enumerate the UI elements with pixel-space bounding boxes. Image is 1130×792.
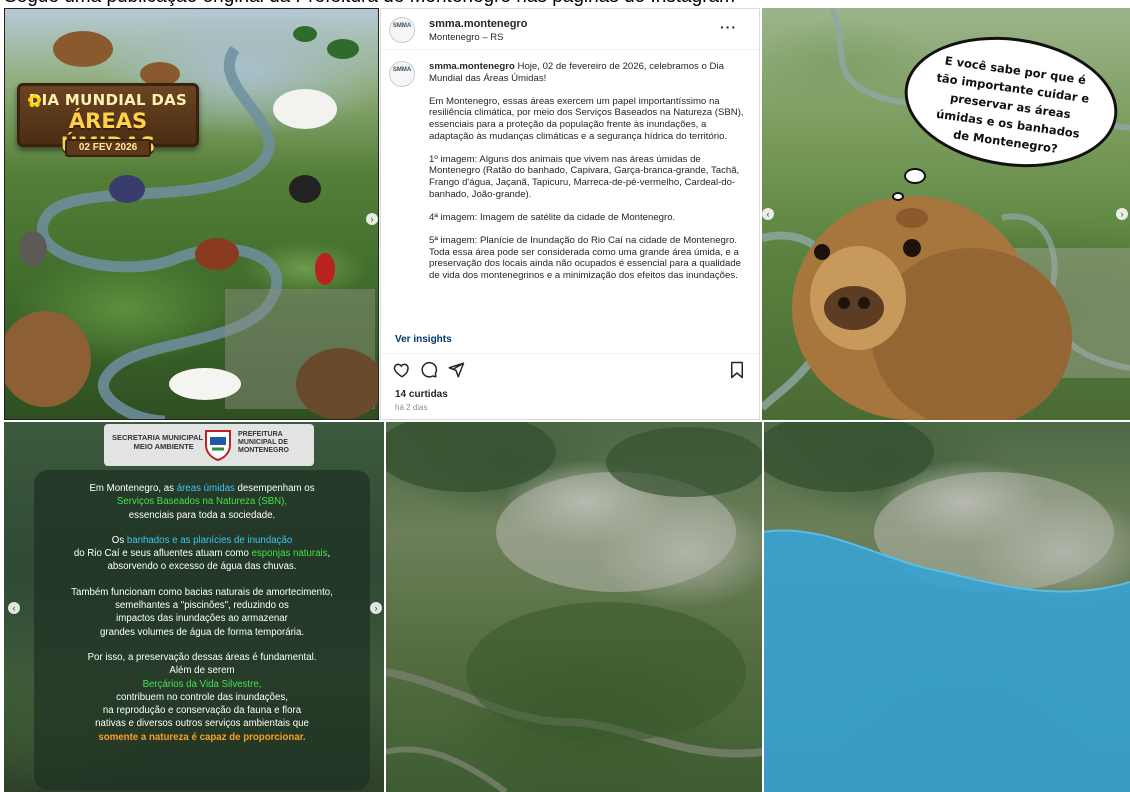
info-highlight: áreas úmidas (176, 483, 235, 494)
avatar[interactable]: SMMA (389, 17, 415, 43)
info-text: Em Montenegro, as (89, 483, 177, 494)
info-paragraph: Também funcionam como bacias naturais de… (42, 586, 362, 639)
caption-paragraph: Em Montenegro, essas áreas exercem um pa… (429, 95, 744, 142)
info-text: do Rio Caí e seus afluentes atuam como (73, 548, 252, 560)
carousel-prev-button[interactable]: ‹ (762, 208, 774, 220)
logo-card: SECRETARIA MUNICIPAL DE MEIO AMBIENTE PR… (104, 424, 314, 466)
info-text: Os (111, 534, 127, 546)
caption-avatar-label: SMMA (392, 67, 412, 73)
capybara-panel: E você sabe por que é tão importante cui… (762, 8, 1130, 420)
satellite-features (386, 422, 762, 792)
info-text: essenciais para toda a sociedade. (128, 509, 276, 521)
carousel-next-button[interactable]: › (1116, 208, 1128, 220)
poster-title-sign: DIA MUNDIAL DAS ÁREAS ÚMIDAS (17, 83, 199, 157)
info-highlight: banhados e as planícies de inundação (126, 534, 293, 546)
satellite-panel (386, 422, 762, 792)
info-text: grandes volumes de água de forma temporá… (99, 626, 305, 638)
info-text: Além de serem (169, 665, 235, 677)
info-text: semelhantes a "piscinões", reduzindo os (115, 600, 289, 612)
caption-avatar[interactable]: SMMA (389, 61, 415, 87)
logo-left-line: MEIO AMBIENTE (133, 442, 194, 451)
post-username[interactable]: smma.montenegro (429, 18, 527, 30)
poster-date: 02 FEV 2026 (65, 139, 151, 157)
thought-bubble-tail (904, 168, 926, 184)
divider (381, 49, 759, 50)
post-actions (393, 361, 745, 383)
caption-paragraph: 4ª imagem: Imagem de satélite da cidade … (429, 211, 676, 223)
info-paragraph: Por isso, a preservação dessas áreas é f… (42, 651, 362, 744)
caption-paragraph: 5ª imagem: Planície de Inundação do Rio … (429, 234, 742, 281)
info-highlight: Serviços Baseados na Natureza (SBN), (116, 496, 288, 508)
info-panel: SECRETARIA MUNICIPAL DE MEIO AMBIENTE PR… (4, 422, 384, 792)
logo-right-line: PREFEITURA (238, 431, 283, 438)
divider (381, 353, 759, 354)
avatar-label: SMMA (392, 23, 412, 29)
info-highlight: esponjas naturais (251, 548, 328, 560)
info-text: Por isso, a preservação dessas áreas é f… (87, 651, 317, 663)
carousel-next-button[interactable]: › (366, 213, 378, 225)
header-strip: Segue uma publicação original da Prefeit… (0, 0, 1130, 8)
logo-right-line: MUNICIPAL DE (238, 439, 288, 446)
likes-count[interactable]: 14 curtidas (395, 389, 448, 400)
comment-icon[interactable] (420, 361, 438, 379)
caption-paragraph: 1º imagem: Alguns dos animais que vivem … (429, 153, 740, 200)
flood-overlay (764, 422, 1130, 792)
caption-username[interactable]: smma.montenegro (429, 61, 515, 72)
header-text: Segue uma publicação original da Prefeit… (4, 0, 735, 8)
share-icon[interactable] (447, 361, 465, 379)
info-text: , (327, 548, 331, 560)
info-text: contribuem no controle das inundações, (116, 691, 288, 703)
more-options-icon[interactable]: ··· (720, 19, 737, 35)
info-paragraph: Em Montenegro, as áreas úmidas desempenh… (42, 482, 362, 522)
info-text: absorvendo o excesso de água das chuvas. (107, 561, 297, 573)
heart-icon[interactable] (393, 361, 411, 379)
logo-left-line: SECRETARIA MUNICIPAL DE (112, 433, 216, 442)
thought-bubble-tail (892, 192, 904, 201)
prefeitura-logo: PREFEITURA MUNICIPAL DE MONTENEGRO (238, 431, 289, 455)
info-text: desempenham os (234, 483, 315, 494)
flower-icon: ✿ (27, 91, 43, 111)
save-icon[interactable] (729, 361, 745, 379)
logo-right-line: MONTENEGRO (238, 447, 289, 454)
info-text: Também funcionam como bacias naturais de… (71, 586, 333, 598)
flood-plain-panel (764, 422, 1130, 792)
info-highlight: Berçários da Vida Silvestre, (142, 678, 262, 690)
river-illustration (5, 26, 378, 419)
poster-panel: DIA MUNDIAL DAS ÁREAS ÚMIDAS ✿ 02 FEV 20… (4, 8, 379, 420)
poster-title-line1: DIA MUNDIAL DAS (28, 91, 188, 109)
carousel-prev-button[interactable]: ‹ (8, 602, 20, 614)
info-textbox: Em Montenegro, as áreas úmidas desempenh… (34, 470, 370, 790)
instagram-post-panel: SMMA smma.montenegro Montenegro – RS ···… (380, 8, 760, 420)
coat-of-arms-icon (205, 430, 231, 461)
post-caption: smma.montenegro Hoje, 02 de fevereiro de… (429, 61, 745, 323)
view-insights-link[interactable]: Ver insights (395, 334, 452, 345)
info-paragraph: Os banhados e as planícies de inundação … (42, 534, 362, 574)
info-text: na reprodução e conservação da fauna e f… (102, 705, 302, 717)
info-text: nativas e diversos outros serviços ambie… (95, 718, 309, 730)
info-highlight: somente a natureza é capaz de proporcion… (98, 731, 306, 743)
info-text: impactos das inundações ao armazenar (116, 613, 288, 625)
caption-paragraph: smma.montenegro Hoje, 02 de fevereiro de… (429, 61, 745, 84)
post-timestamp: há 2 dias (395, 403, 428, 412)
post-location[interactable]: Montenegro – RS (429, 32, 503, 43)
post-header: SMMA smma.montenegro Montenegro – RS ··· (389, 15, 751, 49)
smma-logo: SECRETARIA MUNICIPAL DE MEIO AMBIENTE (112, 433, 215, 451)
carousel-next-button[interactable]: › (370, 602, 382, 614)
